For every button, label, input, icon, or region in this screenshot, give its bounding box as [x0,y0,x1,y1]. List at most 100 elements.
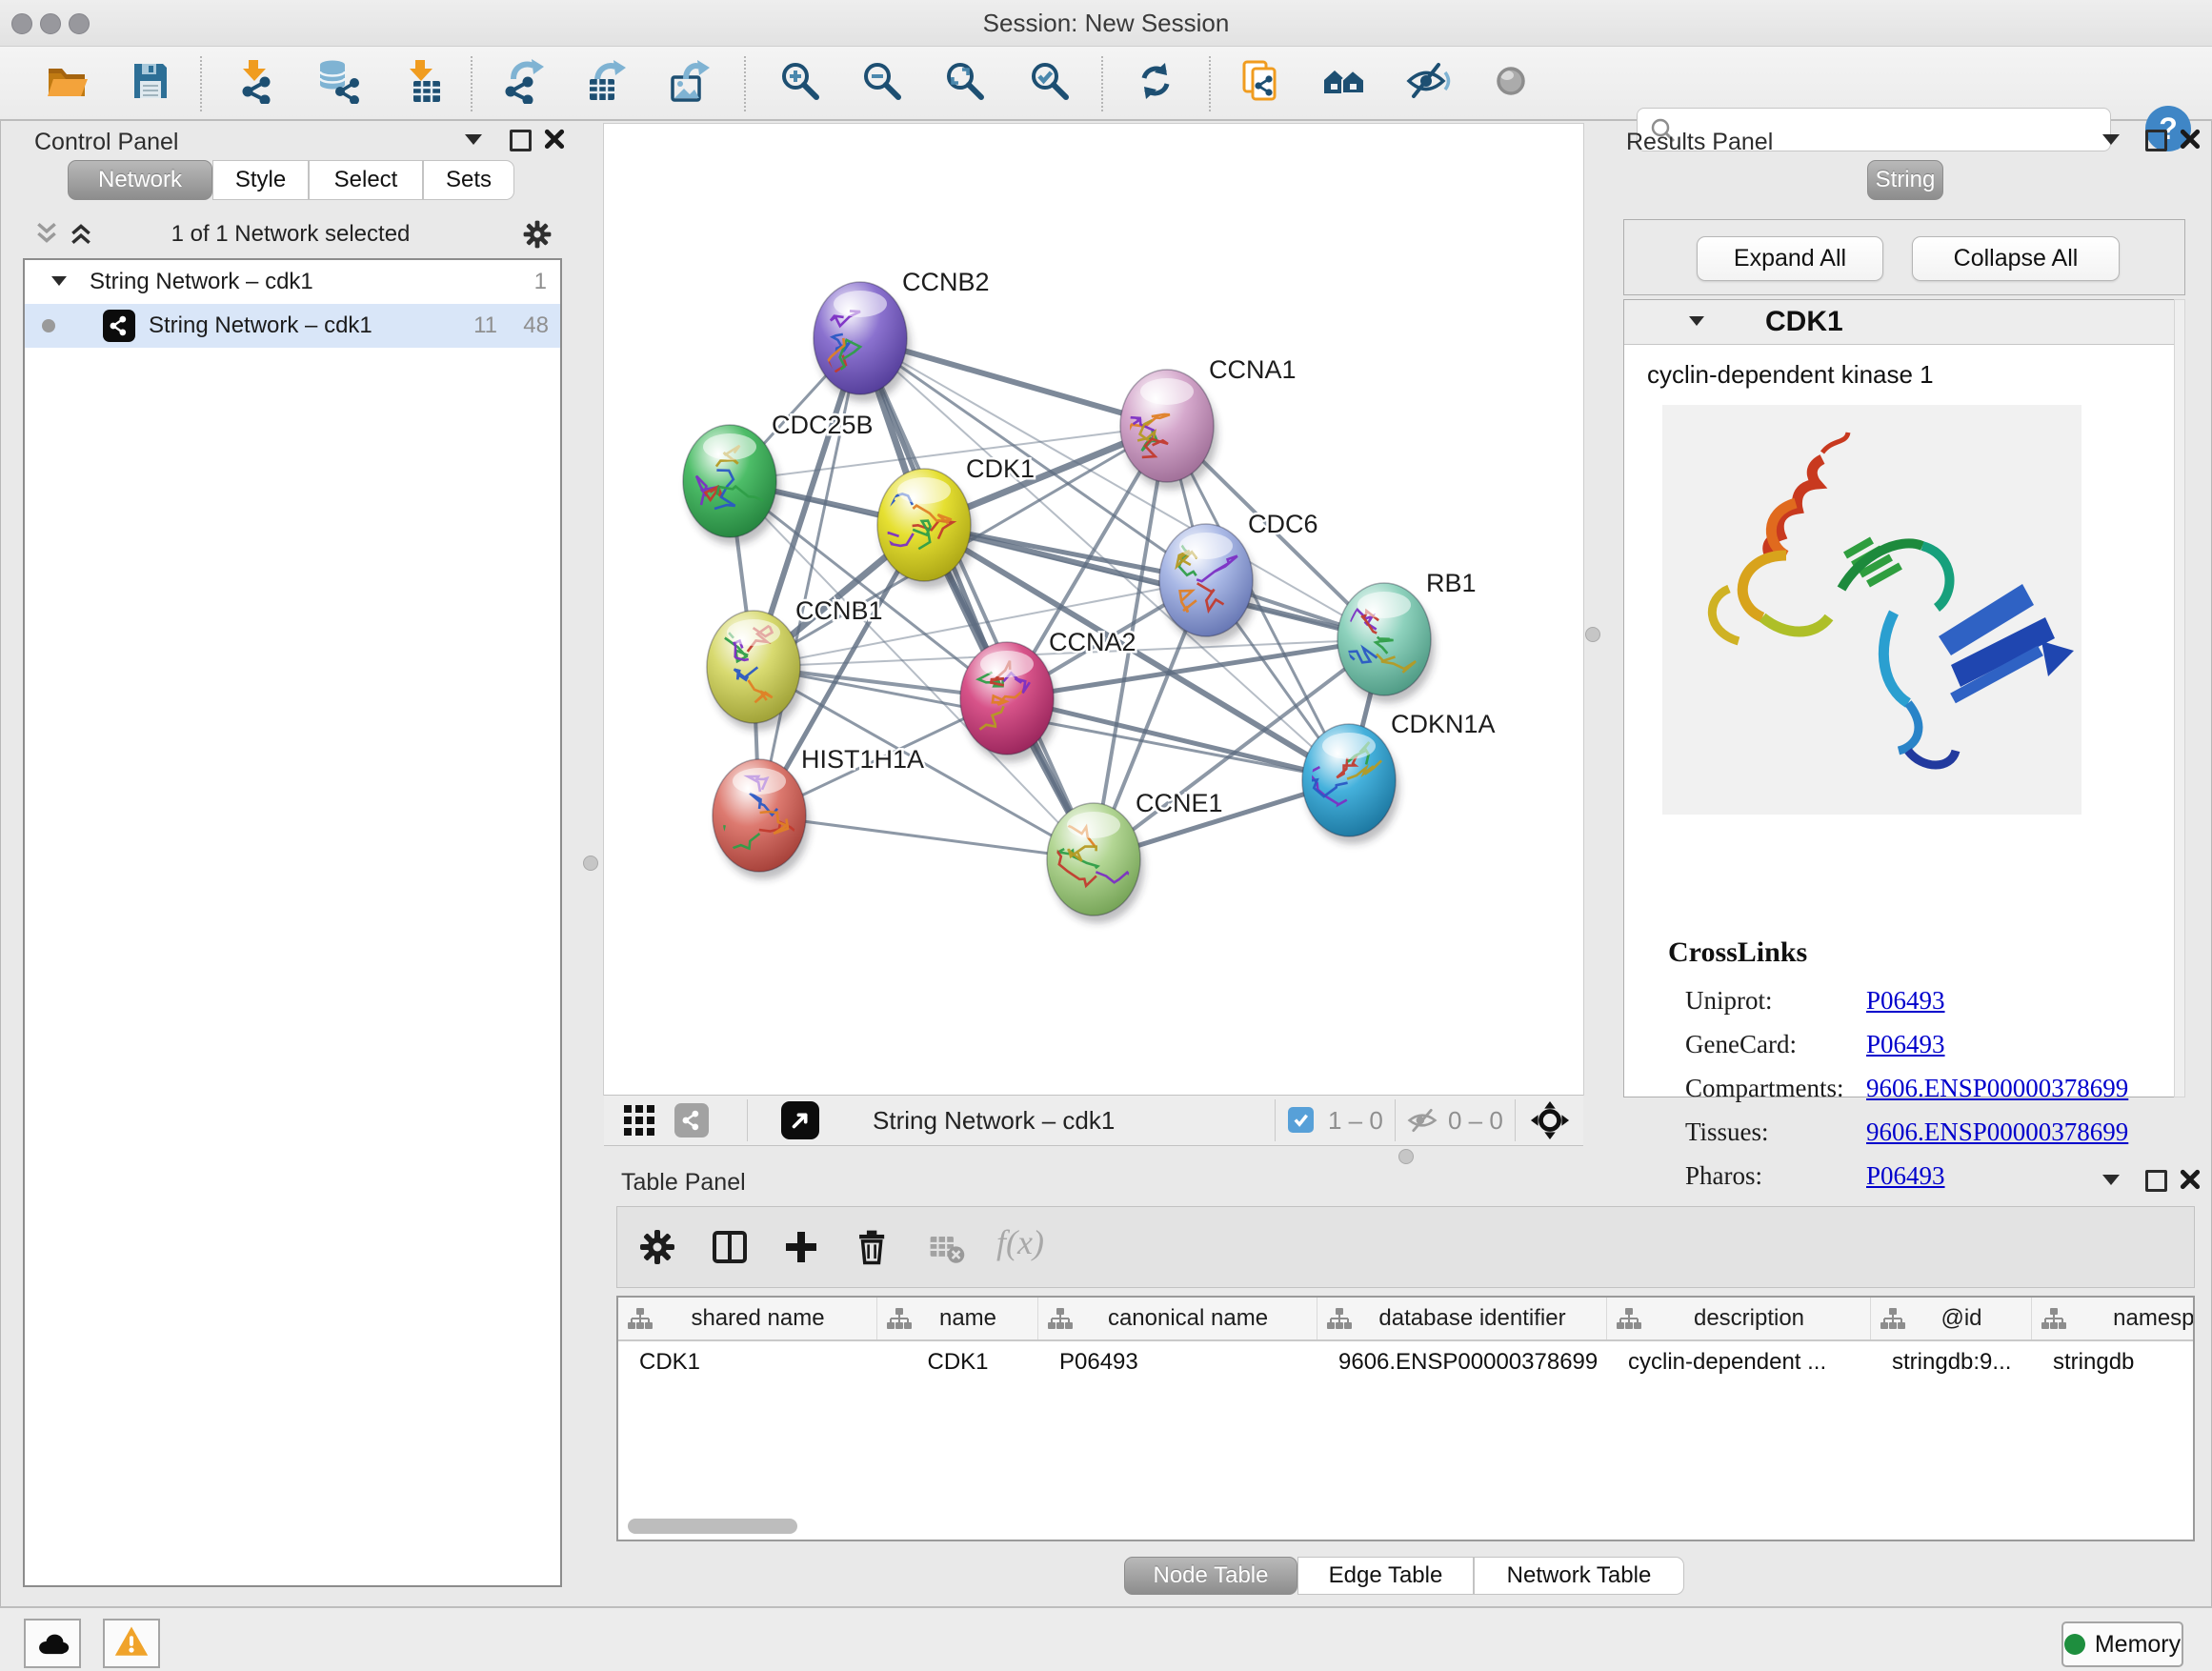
zoom-in-button[interactable] [777,60,823,106]
delete-column-trash-icon[interactable] [854,1228,892,1271]
panel-close-icon[interactable] [2179,1168,2202,1196]
show-all-button[interactable] [1488,60,1534,106]
add-column-plus-icon[interactable] [782,1228,820,1271]
tab-edge-table[interactable]: Edge Table [1297,1557,1474,1595]
panel-menu-icon[interactable] [2102,134,2120,145]
panel-menu-icon[interactable] [2102,1175,2120,1185]
hide-selected-button[interactable] [1405,60,1451,106]
import-network-file-button[interactable] [235,60,281,106]
navigate-crosshair-icon[interactable] [1530,1100,1570,1145]
import-network-database-button[interactable] [314,60,360,106]
tab-network-table[interactable]: Network Table [1474,1557,1684,1595]
network-node-CCNA2[interactable]: CCNA2 [960,628,1136,762]
tree-expander-icon[interactable] [51,276,67,286]
save-session-button[interactable] [128,60,173,106]
column-header-1[interactable]: name [877,1298,1038,1339]
zoom-selected-button[interactable] [1027,60,1073,106]
network-edge[interactable] [924,525,1384,639]
import-table-file-button[interactable] [402,60,448,106]
tab-select[interactable]: Select [309,160,423,200]
hidden-eye-icon[interactable] [1406,1104,1438,1141]
export-network-button[interactable] [502,60,548,106]
table-cell[interactable]: stringdb:9... [1871,1341,2032,1383]
table-settings-gear-icon[interactable] [638,1228,676,1271]
left-splitter-handle[interactable] [583,856,598,871]
table-cell[interactable]: stringdb [2032,1341,2195,1383]
collapse-section-icon[interactable] [1689,316,1704,326]
tab-network[interactable]: Network [68,160,212,200]
selected-checkbox-icon[interactable] [1288,1107,1314,1133]
tree-row-collection[interactable]: String Network – cdk1 1 [25,260,560,304]
birdseye-view-icon[interactable] [781,1101,819,1139]
function-builder-icon[interactable]: f(x) [996,1222,1044,1262]
close-window-icon[interactable] [11,13,32,34]
collapse-all-button[interactable]: Collapse All [1912,236,2120,281]
tree-row-network[interactable]: String Network – cdk1 11 48 [25,304,560,348]
maximize-window-icon[interactable] [69,13,90,34]
export-table-button[interactable] [584,60,630,106]
crosslink-row: Compartments: 9606.ENSP00000378699 [1685,1066,2162,1110]
warnings-button[interactable] [103,1619,160,1668]
panel-float-icon[interactable] [510,130,532,151]
tab-string[interactable]: String [1867,160,1943,200]
network-node-CCNB2[interactable]: CCNB2 [788,268,989,402]
panel-float-icon[interactable] [2145,130,2167,151]
panel-close-icon[interactable] [543,128,566,155]
expand-all-button[interactable]: Expand All [1697,236,1883,281]
network-graph[interactable]: CCNB2 CCNA1 CDC25BCDK1 CDC6RB1 CCNB1 CCNA2 CDK… [604,124,1583,1095]
minimize-window-icon[interactable] [40,13,61,34]
results-scrollbar[interactable] [2174,299,2185,1097]
network-node-CDK1[interactable]: CDK1 [877,454,1035,589]
right-splitter-handle[interactable] [1585,627,1600,642]
show-columns-icon[interactable] [711,1228,749,1271]
panel-menu-icon[interactable] [465,134,482,145]
grid-view-icon[interactable] [623,1104,655,1141]
table-cell[interactable]: CDK1 [877,1341,1038,1383]
crosslink-value[interactable]: 9606.ENSP00000378699 [1866,1074,2128,1103]
gene-card-header[interactable]: CDK1 [1624,300,2184,345]
network-node-CDKN1A[interactable]: CDKN1A [1302,710,1496,844]
network-node-CDC25B[interactable]: CDC25B [683,411,874,545]
clone-network-button[interactable] [1237,60,1283,106]
refresh-view-button[interactable] [1133,60,1178,106]
tab-style[interactable]: Style [212,160,309,200]
network-node-CCNB1[interactable]: CCNB1 [707,596,883,731]
share-view-icon[interactable] [674,1103,709,1137]
horizontal-scrollbar-thumb[interactable] [628,1519,797,1534]
column-header-4[interactable]: description [1607,1298,1871,1339]
zoom-out-button[interactable] [859,60,905,106]
table-cell[interactable]: CDK1 [618,1341,877,1383]
gear-icon[interactable] [522,219,553,254]
delete-table-icon[interactable] [928,1230,966,1273]
node-table[interactable]: shared namenamecanonical namedatabase id… [616,1296,2195,1541]
column-header-3[interactable]: database identifier [1317,1298,1607,1339]
cloud-button[interactable] [24,1619,81,1668]
table-cell[interactable]: cyclin-dependent ... [1607,1341,1871,1383]
tab-sets[interactable]: Sets [423,160,514,200]
column-header-5[interactable]: @id [1871,1298,2032,1339]
table-cell[interactable]: 9606.ENSP00000378699 [1317,1341,1607,1383]
open-session-button[interactable] [44,60,90,106]
tab-node-table[interactable]: Node Table [1124,1557,1297,1595]
network-node-CDC6[interactable]: CDC6 [1159,510,1318,644]
export-image-button[interactable] [667,60,713,106]
network-node-CCNA1[interactable]: CCNA1 [1120,355,1297,490]
network-node-HIST1H1A[interactable]: HIST1H1A [713,745,924,879]
panel-close-icon[interactable] [2179,128,2202,155]
crosslink-value[interactable]: P06493 [1866,986,1945,1016]
network-canvas[interactable]: CCNB2 CCNA1 CDC25BCDK1 CDC6RB1 CCNB1 CCNA2 CDK… [604,124,1583,1095]
column-header-0[interactable]: shared name [618,1298,877,1339]
zoom-fit-button[interactable] [942,60,988,106]
column-header-2[interactable]: canonical name [1038,1298,1317,1339]
table-cell[interactable]: P06493 [1038,1341,1317,1383]
network-edge[interactable] [860,338,1094,859]
network-node-RB1[interactable]: RB1 [1337,569,1477,703]
graphics-details-button[interactable] [1321,60,1367,106]
crosslink-value[interactable]: 9606.ENSP00000378699 [1866,1117,2128,1147]
network-node-CCNE1[interactable]: CCNE1 [1047,789,1223,923]
table-row[interactable]: CDK1CDK1P064939606.ENSP00000378699cyclin… [618,1341,2193,1383]
memory-button[interactable]: Memory [2061,1621,2183,1667]
panel-float-icon[interactable] [2145,1170,2167,1192]
column-header-6[interactable]: namespac [2032,1298,2195,1339]
crosslink-value[interactable]: P06493 [1866,1030,1945,1059]
